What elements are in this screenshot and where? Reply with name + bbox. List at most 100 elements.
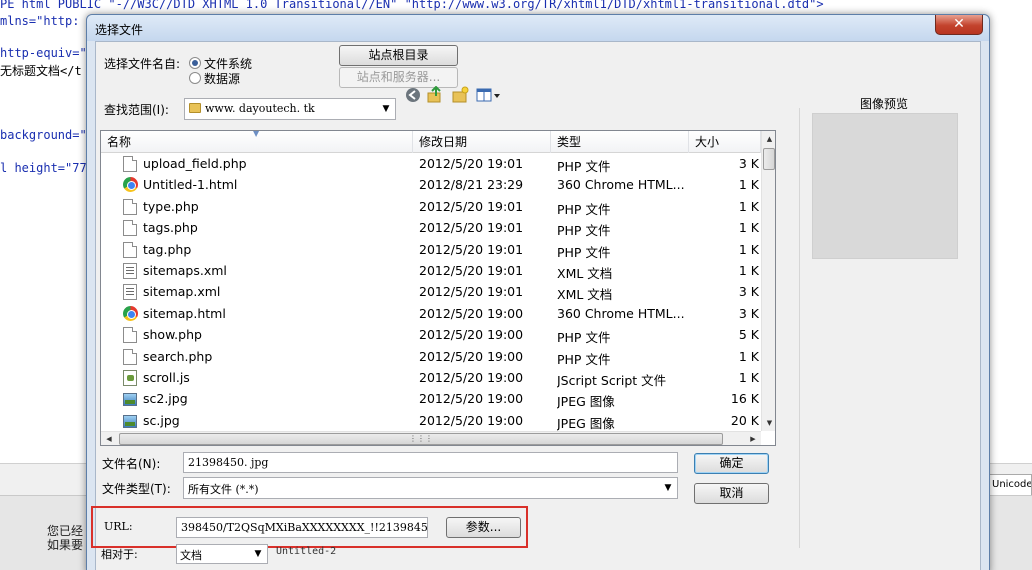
code-line: PE html PUBLIC "-//W3C//DTD XHTML 1.0 Tr…	[0, 0, 824, 11]
file-size: 16 K	[730, 391, 759, 407]
file-icon	[123, 156, 137, 172]
file-row[interactable]: type.php 2012/5/20 19:01 PHP 文件 1 K	[101, 196, 761, 217]
file-date: 2012/5/20 19:00	[419, 370, 524, 385]
filetype-value: 所有文件 (*.*)	[188, 483, 259, 496]
datasource-radio[interactable]	[189, 72, 201, 84]
relative-label: 相对于:	[101, 548, 138, 561]
html-icon	[123, 177, 138, 193]
file-size: 1 K	[738, 220, 759, 236]
file-type: PHP 文件	[557, 330, 611, 346]
file-icon	[123, 327, 137, 344]
column-size[interactable]: 大小	[689, 131, 761, 153]
horizontal-scrollbar[interactable]: ◀ ⋮⋮⋮ ▶	[101, 431, 761, 445]
column-date[interactable]: 修改日期	[413, 131, 551, 153]
file-type: PHP 文件	[557, 351, 611, 367]
file-size: 1 K	[738, 263, 759, 278]
code-line: mlns="http:	[0, 14, 80, 28]
file-type: JPEG 图像	[557, 415, 615, 431]
file-row[interactable]: show.php 2012/5/20 19:00 PHP 文件 5 K	[101, 324, 761, 345]
file-size: 1 K	[738, 241, 759, 257]
encoding-selector[interactable]: Unicode	[988, 474, 1032, 496]
relative-file: Untitled-2	[276, 546, 337, 557]
file-name: show.php	[143, 327, 202, 343]
file-rows: upload_field.php 2012/5/20 19:01 PHP 文件 3 K…	[101, 153, 761, 431]
file-name: sitemap.html	[143, 305, 226, 321]
file-size: 1 K	[738, 198, 759, 214]
folder-icon	[189, 103, 201, 113]
file-row[interactable]: sitemaps.xml 2012/5/20 19:01 XML 文档 1 K	[101, 260, 761, 281]
lookin-value: www. dayoutech. tk	[205, 102, 315, 115]
file-size: 20 K	[730, 412, 759, 428]
filetype-label: 文件类型(T):	[102, 482, 171, 496]
file-type: 360 Chrome HTML...	[557, 177, 685, 193]
file-icon	[123, 220, 137, 237]
preview-separator	[799, 108, 800, 548]
file-size: 5 K	[738, 327, 759, 343]
file-name: tags.php	[143, 220, 198, 236]
file-row[interactable]: sc.jpg 2012/5/20 19:00 JPEG 图像 20 K	[101, 410, 761, 431]
datasource-radio-label[interactable]: 数据源	[204, 70, 240, 87]
file-name: sitemap.xml	[143, 284, 221, 300]
file-size: 1 K	[738, 177, 759, 193]
file-type: PHP 文件	[557, 201, 611, 217]
close-button[interactable]: ✕	[935, 15, 983, 35]
dialog-titlebar[interactable]: 选择文件 ✕	[87, 15, 989, 41]
file-row[interactable]: search.php 2012/5/20 19:00 PHP 文件 1 K	[101, 346, 761, 367]
file-list-header: 名称 ▼ 修改日期 类型 大小	[101, 131, 761, 153]
file-list[interactable]: 名称 ▼ 修改日期 类型 大小 upload_field.php 2012/5/2…	[100, 130, 776, 446]
file-size: 3 K	[738, 284, 759, 300]
file-row[interactable]: sc2.jpg 2012/5/20 19:00 JPEG 图像 16 K	[101, 388, 761, 409]
filetype-dropdown[interactable]: 所有文件 (*.*) ▼	[183, 477, 678, 499]
chevron-down-icon: ▼	[254, 549, 262, 559]
site-root-button[interactable]: 站点根目录	[339, 45, 458, 66]
lookin-label: 查找范围(I):	[104, 103, 169, 117]
file-icon	[123, 348, 137, 365]
file-date: 2012/5/20 19:01	[419, 220, 524, 236]
file-type: PHP 文件	[557, 244, 611, 260]
file-row[interactable]: Untitled-1.html 2012/8/21 23:29 360 Chrome…	[101, 174, 761, 195]
up-folder-icon[interactable]	[426, 86, 444, 104]
scroll-thumb[interactable]	[763, 148, 775, 170]
file-row[interactable]: scroll.js 2012/5/20 19:00 JScript Script 文…	[101, 367, 761, 388]
file-row[interactable]: sitemap.xml 2012/5/20 19:01 XML 文档 3 K	[101, 281, 761, 302]
cancel-button[interactable]: 取消	[694, 483, 769, 504]
image-preview-box	[812, 113, 958, 259]
file-type: XML 文档	[557, 266, 613, 281]
file-row[interactable]: upload_field.php 2012/5/20 19:01 PHP 文件 3 K	[101, 153, 761, 174]
filename-label: 文件名(N):	[102, 457, 161, 471]
file-date: 2012/5/20 19:01	[419, 263, 524, 278]
new-folder-icon[interactable]	[451, 86, 469, 104]
scroll-thumb[interactable]: ⋮⋮⋮	[119, 433, 723, 445]
file-name: sc.jpg	[143, 412, 180, 428]
back-icon[interactable]	[404, 86, 422, 104]
image-icon	[123, 393, 137, 407]
code-line: 无标题文档</t	[0, 64, 82, 78]
filename-input[interactable]: 21398450. jpg	[183, 452, 678, 473]
file-row[interactable]: sitemap.html 2012/5/20 19:00 360 Chrome HT…	[101, 303, 761, 324]
view-menu-icon[interactable]	[476, 86, 504, 104]
file-date: 2012/5/20 19:00	[419, 305, 524, 321]
image-icon	[123, 414, 137, 428]
ok-button[interactable]: 确定	[694, 453, 769, 474]
file-type: JScript Script 文件	[557, 373, 667, 388]
scroll-right-icon[interactable]: ▶	[745, 432, 761, 445]
xml-icon	[123, 284, 137, 301]
chevron-down-icon: ▼	[382, 104, 390, 114]
file-name: type.php	[143, 198, 199, 214]
file-row[interactable]: tag.php 2012/5/20 19:01 PHP 文件 1 K	[101, 239, 761, 260]
vertical-scrollbar[interactable]: ▲ ▼	[761, 131, 775, 431]
code-line: l height="77"	[0, 161, 94, 175]
scroll-left-icon[interactable]: ◀	[101, 432, 117, 445]
scroll-down-icon[interactable]: ▼	[762, 415, 775, 431]
relative-dropdown[interactable]: 文档 ▼	[176, 544, 268, 564]
file-icon	[123, 241, 137, 258]
image-preview-label: 图像预览	[860, 97, 909, 111]
file-row[interactable]: tags.php 2012/5/20 19:01 PHP 文件 1 K	[101, 217, 761, 238]
xml-icon	[123, 263, 137, 279]
file-type: PHP 文件	[557, 159, 611, 174]
scroll-up-icon[interactable]: ▲	[762, 131, 775, 147]
lookin-dropdown[interactable]: www. dayoutech. tk ▼	[184, 98, 396, 120]
column-type[interactable]: 类型	[551, 131, 689, 153]
file-type: JPEG 图像	[557, 394, 615, 410]
filesystem-radio[interactable]	[189, 57, 201, 69]
